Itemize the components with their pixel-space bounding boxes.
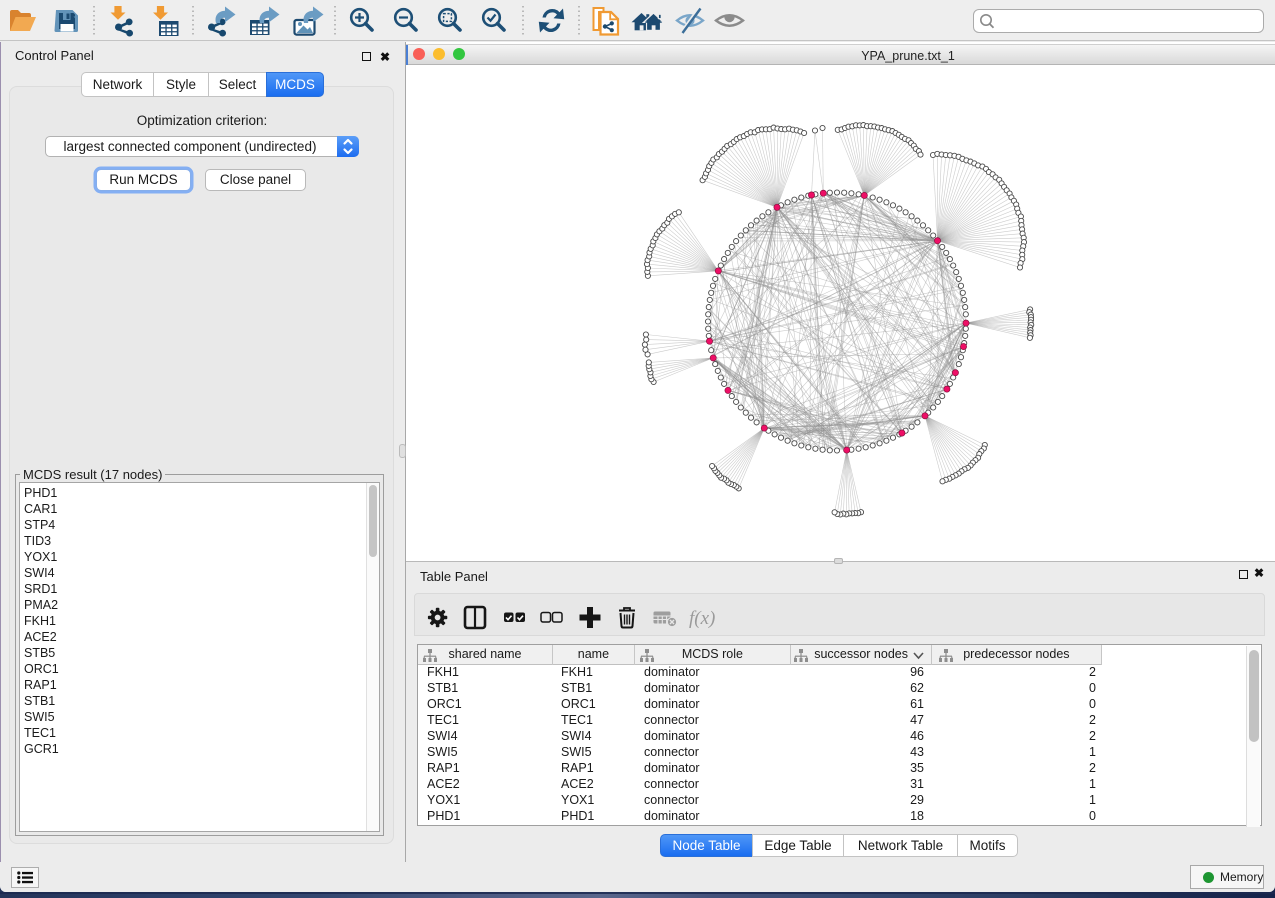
- svg-text:f(x): f(x): [689, 608, 715, 629]
